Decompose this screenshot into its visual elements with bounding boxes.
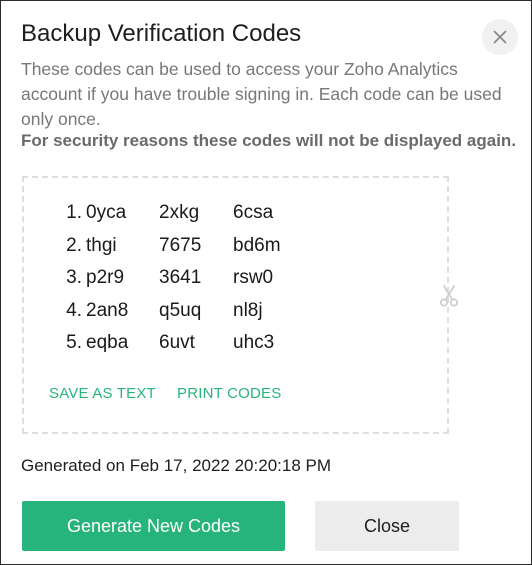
code-value: 6csa <box>233 202 274 223</box>
code-value: p2r9 <box>86 267 125 288</box>
close-icon <box>493 30 507 44</box>
backup-codes-dialog: Backup Verification Codes These codes ca… <box>0 0 532 565</box>
code-value: 3641 <box>159 267 202 288</box>
code-value: rsw0 <box>233 267 274 288</box>
save-as-text-link[interactable]: SAVE AS TEXT <box>49 385 156 402</box>
dialog-title: Backup Verification Codes <box>21 20 302 47</box>
code-value: nl8j <box>233 299 263 321</box>
close-dialog-button[interactable] <box>482 19 518 55</box>
code-number: 4. <box>66 299 82 321</box>
codes-box: 1. 0yca 2xkg 6csa 2. thgi 7675 bd6m 3. p… <box>22 176 449 434</box>
code-value: 2an8 <box>86 299 129 321</box>
code-number: 1. <box>66 202 82 223</box>
code-number: 2. <box>66 234 82 256</box>
code-value: thgi <box>86 234 117 256</box>
security-warning: For security reasons these codes will no… <box>21 131 517 150</box>
scissors-icon <box>439 285 459 307</box>
print-codes-link[interactable]: PRINT CODES <box>177 385 281 402</box>
dialog-description: These codes can be used to access your Z… <box>21 59 502 129</box>
close-button[interactable]: Close <box>315 501 459 551</box>
code-value: bd6m <box>233 234 281 256</box>
code-number: 3. <box>66 267 82 288</box>
generate-new-codes-button[interactable]: Generate New Codes <box>22 501 285 551</box>
generated-timestamp: Generated on Feb 17, 2022 20:20:18 PM <box>21 456 332 475</box>
code-value: uhc3 <box>233 332 275 353</box>
code-number: 5. <box>66 332 82 353</box>
code-value: q5uq <box>159 299 202 321</box>
code-value: 2xkg <box>159 202 200 223</box>
code-value: 0yca <box>86 202 127 223</box>
code-value: 7675 <box>159 234 202 256</box>
code-value: eqba <box>86 332 129 353</box>
code-value: 6uvt <box>159 332 195 353</box>
